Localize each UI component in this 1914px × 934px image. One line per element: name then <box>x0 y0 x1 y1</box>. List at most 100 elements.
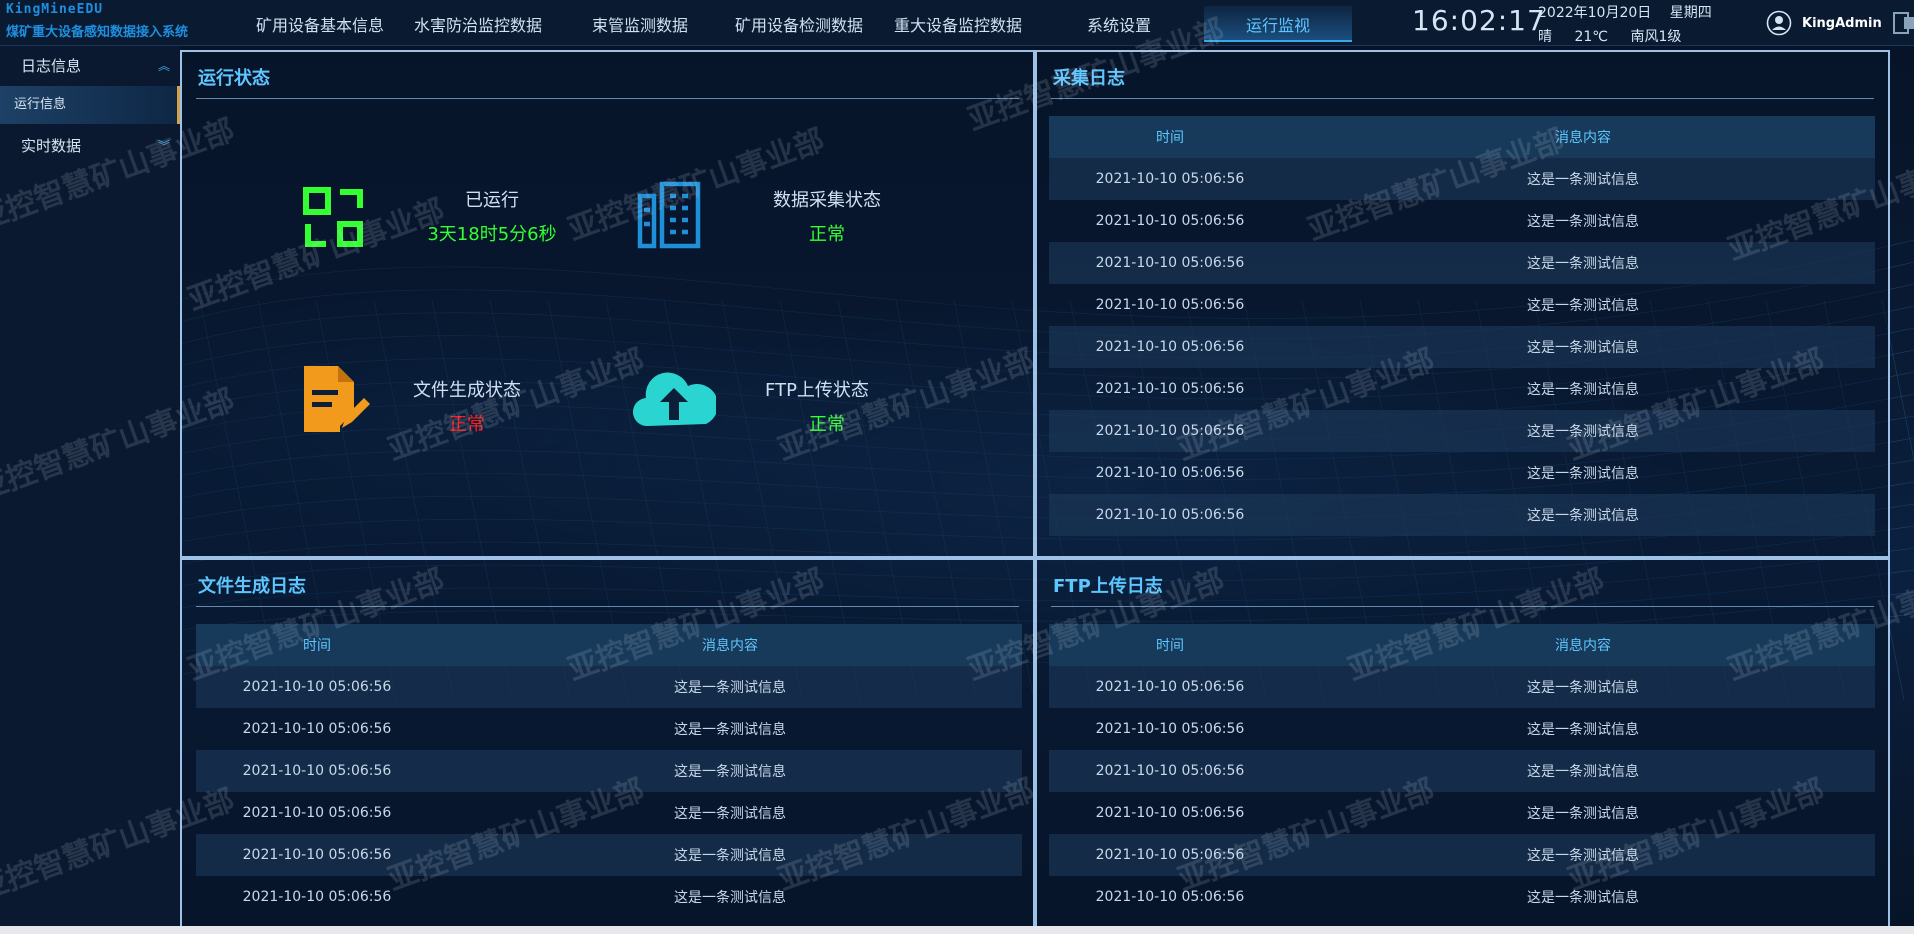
weather-line: 晴 21℃ 南风1级 <box>1538 26 1699 46</box>
table-row: 2021-10-10 05:06:56 这是一条测试信息 <box>196 750 1022 792</box>
cell-message: 这是一条测试信息 <box>1527 382 1639 398</box>
chevron-up-icon: ︽ <box>157 59 170 73</box>
logout-icon[interactable] <box>1892 11 1914 35</box>
status-value-uptime: 3天18时5分6秒 <box>427 224 557 245</box>
horizontal-scrollbar[interactable] <box>0 926 1914 934</box>
table-row: 2021-10-10 05:06:56 这是一条测试信息 <box>1049 410 1875 452</box>
cell-time: 2021-10-10 05:06:56 <box>242 847 392 863</box>
nav-device-detect[interactable]: 矿用设备检测数据 <box>735 12 863 36</box>
top-header: KingMineEDU 煤矿重大设备感知数据接入系统 矿用设备基本信息 水害防治… <box>0 0 1914 46</box>
collect-log-panel: 采集日志 时间 消息内容 2021-10-10 05:06:56 这是一条测试信息… <box>1035 50 1890 558</box>
nav-system-settings[interactable]: 系统设置 <box>1087 12 1151 36</box>
collect-log-table: 时间 消息内容 2021-10-10 05:06:56 这是一条测试信息 2021-… <box>1049 116 1875 536</box>
cell-message: 这是一条测试信息 <box>674 890 786 906</box>
cell-message: 这是一条测试信息 <box>1527 298 1639 314</box>
temperature: 21℃ <box>1574 29 1608 45</box>
cell-message: 这是一条测试信息 <box>1527 466 1639 482</box>
nav-tube-monitor[interactable]: 束管监测数据 <box>592 12 688 36</box>
status-label-collect: 数据采集状态 <box>773 190 881 211</box>
user-area[interactable]: KingAdmin <box>1766 10 1914 36</box>
column-header-message: 消息内容 <box>1555 638 1611 654</box>
cell-time: 2021-10-10 05:06:56 <box>1095 507 1245 523</box>
status-value-collect: 正常 <box>809 224 845 245</box>
cell-message: 这是一条测试信息 <box>674 764 786 780</box>
status-label-ftp: FTP上传状态 <box>765 380 869 401</box>
ftp-log-title: FTP上传日志 <box>1053 576 1163 597</box>
sidebar-item-run-info[interactable]: 运行信息 <box>0 86 180 124</box>
logo-cn: 煤矿重大设备感知数据接入系统 <box>6 25 189 40</box>
table-row: 2021-10-10 05:06:56 这是一条测试信息 <box>1049 200 1875 242</box>
cell-message: 这是一条测试信息 <box>1527 424 1639 440</box>
cell-time: 2021-10-10 05:06:56 <box>1095 763 1245 779</box>
cell-message: 这是一条测试信息 <box>1527 214 1639 230</box>
collect-log-title: 采集日志 <box>1053 68 1125 89</box>
status-panel: 运行状态 已运行 3天18时5分6秒 数据采集状态 正常 文件生成状态 正常 F… <box>180 50 1035 558</box>
column-header-message: 消息内容 <box>1555 130 1611 146</box>
cloud-upload-icon <box>632 372 716 427</box>
table-row: 2021-10-10 05:06:56 这是一条测试信息 <box>196 666 1022 708</box>
cell-message: 这是一条测试信息 <box>674 722 786 738</box>
table-row: 2021-10-10 05:06:56 这是一条测试信息 <box>196 708 1022 750</box>
table-header: 时间 消息内容 <box>1049 116 1875 158</box>
table-body: 2021-10-10 05:06:56 这是一条测试信息 2021-10-10 05… <box>196 666 1022 918</box>
table-row: 2021-10-10 05:06:56 这是一条测试信息 <box>1049 158 1875 200</box>
sidebar-group-log-label: 日志信息 <box>21 57 82 75</box>
sidebar-group-realtime[interactable]: 实时数据 ︾ <box>0 126 180 166</box>
cell-time: 2021-10-10 05:06:56 <box>1095 381 1245 397</box>
sidebar-group-log[interactable]: 日志信息 ︽ <box>0 46 180 86</box>
column-header-time: 时间 <box>1156 130 1184 146</box>
weather: 晴 <box>1538 29 1552 45</box>
cell-time: 2021-10-10 05:06:56 <box>1095 339 1245 355</box>
cell-time: 2021-10-10 05:06:56 <box>242 763 392 779</box>
logo-en: KingMineEDU <box>6 2 104 17</box>
cell-message: 这是一条测试信息 <box>1527 508 1639 524</box>
divider <box>1051 98 1874 99</box>
date: 2022年10月20日 <box>1538 5 1652 21</box>
status-value-ftp: 正常 <box>809 414 845 435</box>
status-panel-title: 运行状态 <box>198 68 270 89</box>
logo: KingMineEDU 煤矿重大设备感知数据接入系统 <box>6 2 188 40</box>
cell-time: 2021-10-10 05:06:56 <box>1095 255 1245 271</box>
cell-time: 2021-10-10 05:06:56 <box>1095 171 1245 187</box>
cell-message: 这是一条测试信息 <box>1527 848 1639 864</box>
table-row: 2021-10-10 05:06:56 这是一条测试信息 <box>1049 792 1875 834</box>
table-row: 2021-10-10 05:06:56 这是一条测试信息 <box>1049 834 1875 876</box>
cell-message: 这是一条测试信息 <box>674 848 786 864</box>
status-value-file: 正常 <box>449 414 485 435</box>
column-header-message: 消息内容 <box>702 638 758 654</box>
cell-message: 这是一条测试信息 <box>1527 806 1639 822</box>
cell-message: 这是一条测试信息 <box>674 806 786 822</box>
table-row: 2021-10-10 05:06:56 这是一条测试信息 <box>1049 708 1875 750</box>
nav-run-monitor[interactable]: 运行监视 <box>1204 6 1353 42</box>
table-row: 2021-10-10 05:06:56 这是一条测试信息 <box>1049 326 1875 368</box>
column-header-time: 时间 <box>303 638 331 654</box>
divider <box>1051 606 1874 607</box>
column-header-time: 时间 <box>1156 638 1184 654</box>
table-row: 2021-10-10 05:06:56 这是一条测试信息 <box>1049 876 1875 918</box>
ftp-log-panel: FTP上传日志 时间 消息内容 2021-10-10 05:06:56 这是一条测… <box>1035 558 1890 934</box>
cell-message: 这是一条测试信息 <box>1527 340 1639 356</box>
status-label-file: 文件生成状态 <box>413 380 521 401</box>
date-line: 2022年10月20日 星期四 <box>1538 2 1712 22</box>
nav-water-monitor[interactable]: 水害防治监控数据 <box>414 12 542 36</box>
table-body: 2021-10-10 05:06:56 这是一条测试信息 2021-10-10 05… <box>1049 158 1875 536</box>
cell-message: 这是一条测试信息 <box>1527 722 1639 738</box>
table-row: 2021-10-10 05:06:56 这是一条测试信息 <box>1049 666 1875 708</box>
cell-time: 2021-10-10 05:06:56 <box>1095 423 1245 439</box>
cell-message: 这是一条测试信息 <box>1527 764 1639 780</box>
table-row: 2021-10-10 05:06:56 这是一条测试信息 <box>196 834 1022 876</box>
cell-time: 2021-10-10 05:06:56 <box>1095 805 1245 821</box>
table-body: 2021-10-10 05:06:56 这是一条测试信息 2021-10-10 05… <box>1049 666 1875 918</box>
nav-major-device[interactable]: 重大设备监控数据 <box>894 12 1022 36</box>
table-row: 2021-10-10 05:06:56 这是一条测试信息 <box>196 792 1022 834</box>
file-log-table: 时间 消息内容 2021-10-10 05:06:56 这是一条测试信息 2021-… <box>196 624 1022 918</box>
cell-time: 2021-10-10 05:06:56 <box>242 805 392 821</box>
sidebar: 日志信息 ︽ 运行信息 实时数据 ︾ <box>0 46 180 934</box>
nav-device-info[interactable]: 矿用设备基本信息 <box>256 12 384 36</box>
building-icon <box>637 181 701 249</box>
sidebar-group-realtime-label: 实时数据 <box>21 137 82 155</box>
file-log-panel: 文件生成日志 时间 消息内容 2021-10-10 05:06:56 这是一条测试… <box>180 558 1035 934</box>
username: KingAdmin <box>1802 15 1882 31</box>
table-row: 2021-10-10 05:06:56 这是一条测试信息 <box>1049 242 1875 284</box>
cell-time: 2021-10-10 05:06:56 <box>1095 297 1245 313</box>
